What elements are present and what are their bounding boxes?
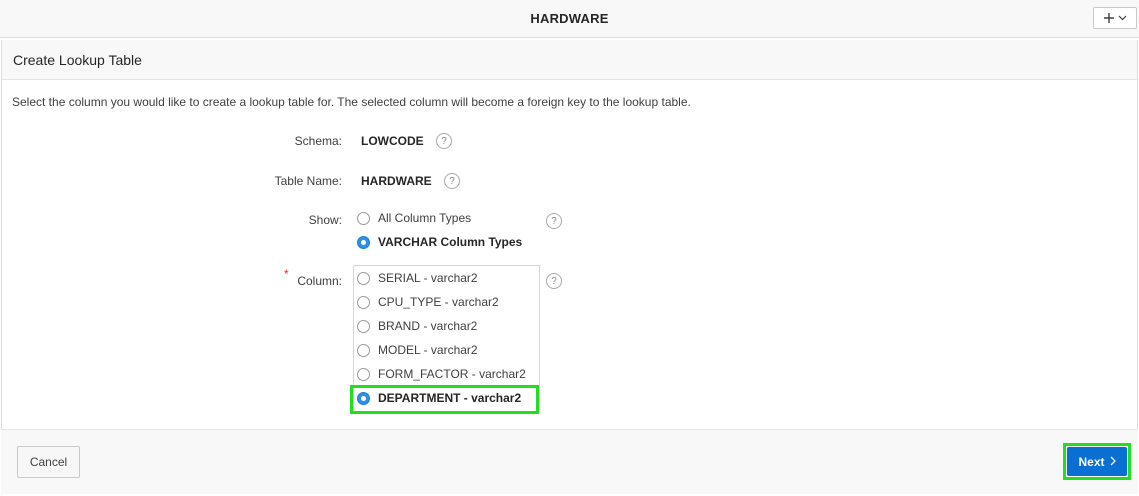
schema-help-icon[interactable]: ? (436, 133, 452, 149)
column-label: Column: (297, 274, 342, 288)
radio-button[interactable] (357, 343, 370, 357)
show-help-icon[interactable]: ? (546, 213, 562, 229)
radio-button[interactable] (357, 295, 370, 309)
show-option-all[interactable]: All Column Types (357, 211, 471, 225)
next-button-label: Next (1078, 454, 1105, 469)
top-bar: HARDWARE (0, 0, 1139, 38)
page-title: HARDWARE (530, 11, 609, 26)
region-header: Create Lookup Table (2, 40, 1137, 80)
schema-label: Schema: (294, 134, 342, 148)
column-option-label: FORM_FACTOR - varchar2 (378, 367, 526, 381)
show-option-label: All Column Types (378, 211, 472, 225)
schema-value: LOWCODE (361, 134, 424, 148)
add-menu-button[interactable] (1093, 7, 1137, 29)
chevron-right-icon (1110, 455, 1116, 469)
column-option[interactable]: CPU_TYPE - varchar2 (357, 295, 499, 309)
radio-button[interactable] (357, 367, 370, 381)
region-title: Create Lookup Table (13, 52, 142, 68)
column-option-label: CPU_TYPE - varchar2 (378, 295, 499, 309)
column-help-icon[interactable]: ? (546, 273, 562, 289)
show-option-label: VARCHAR Column Types (378, 235, 523, 249)
show-option-varchar[interactable]: VARCHAR Column Types (357, 235, 522, 249)
column-option[interactable]: MODEL - varchar2 (357, 343, 478, 357)
chevron-down-icon (1118, 15, 1127, 21)
column-option[interactable]: SERIAL - varchar2 (357, 271, 478, 285)
show-label: Show: (308, 213, 342, 227)
selection-highlight (350, 385, 539, 414)
plus-icon (1103, 12, 1115, 24)
column-option-label: BRAND - varchar2 (378, 319, 478, 333)
cancel-button[interactable]: Cancel (17, 446, 80, 478)
radio-button[interactable] (357, 271, 370, 285)
button-bar (1, 429, 1138, 494)
column-option-label: MODEL - varchar2 (378, 343, 478, 357)
table-name-value: HARDWARE (361, 174, 432, 188)
table-name-help-icon[interactable]: ? (444, 173, 460, 189)
instructions-text: Select the column you would like to crea… (12, 95, 691, 109)
column-option[interactable]: FORM_FACTOR - varchar2 (357, 367, 526, 381)
next-button[interactable]: Next (1067, 447, 1127, 476)
column-option-label: SERIAL - varchar2 (378, 271, 478, 285)
radio-button-selected[interactable] (357, 235, 370, 249)
radio-button[interactable] (357, 319, 370, 333)
column-option[interactable]: BRAND - varchar2 (357, 319, 477, 333)
table-name-label: Table Name: (274, 174, 342, 188)
radio-button[interactable] (357, 211, 370, 225)
